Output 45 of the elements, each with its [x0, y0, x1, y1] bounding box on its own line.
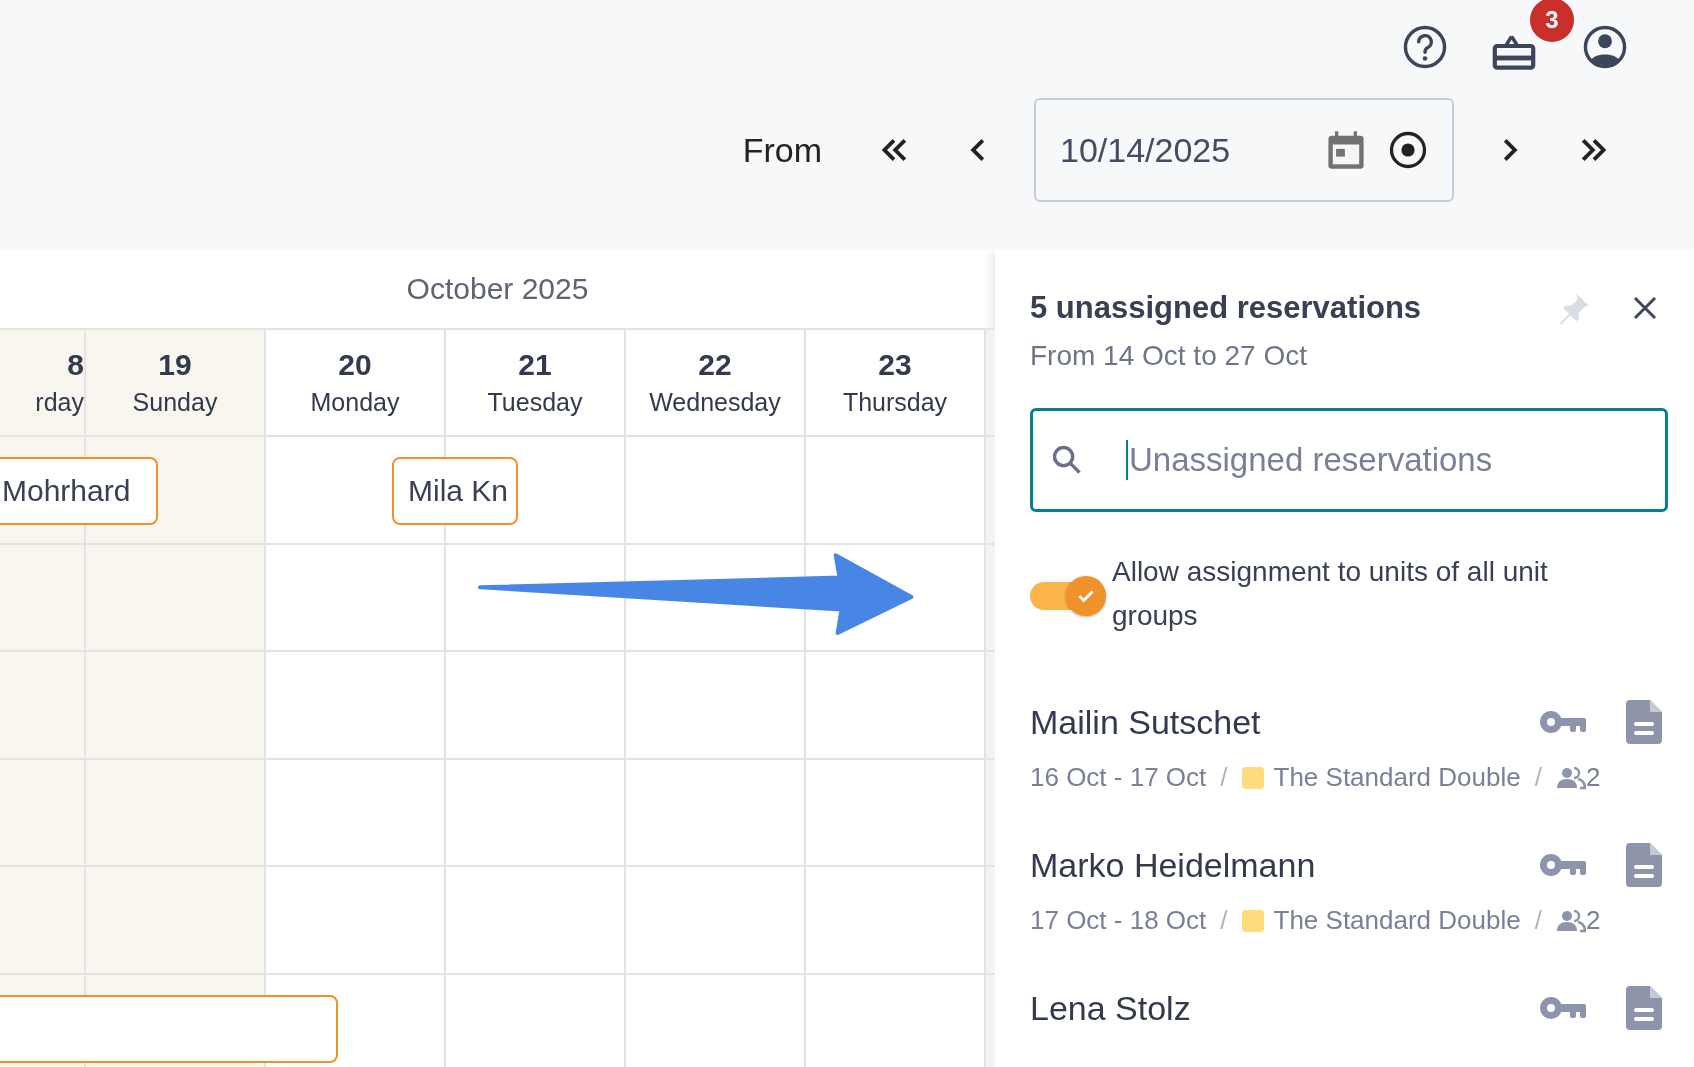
separator: /	[1534, 905, 1542, 936]
reservation-bar[interactable]: Mohrhard	[0, 457, 158, 525]
document-icon[interactable]	[1626, 700, 1662, 744]
guest-count: 2	[1585, 905, 1601, 936]
day-number: 23	[878, 348, 912, 382]
date-range: 17 Oct - 18 Oct	[1030, 905, 1207, 936]
panel-title: 5 unassigned reservations	[1030, 290, 1423, 326]
day-number: 21	[518, 348, 552, 382]
guest-name[interactable]: Lena Stolz	[1030, 988, 1538, 1028]
date-range: 16 Oct - 17 Oct	[1030, 762, 1207, 793]
day-name: Thursday	[842, 388, 948, 417]
guests-icon	[1555, 765, 1586, 790]
search-field[interactable]: Unassigned reservations	[1030, 408, 1668, 512]
help-icon[interactable]	[1402, 24, 1448, 70]
day-name: Sunday	[132, 388, 218, 417]
account-icon[interactable]	[1582, 24, 1628, 70]
text-cursor	[1126, 440, 1128, 480]
reservation-bar[interactable]: Mila Kn	[392, 457, 518, 525]
day-name: rday	[35, 388, 84, 417]
day-number: 19	[158, 348, 192, 382]
document-icon[interactable]	[1626, 843, 1662, 887]
day-name: Monday	[310, 388, 400, 417]
date-field[interactable]: 10/14/2025	[1034, 98, 1454, 202]
gift-icon[interactable]	[1492, 34, 1536, 70]
guests-icon	[1555, 908, 1586, 933]
guest-name[interactable]: Mailin Sutschet	[1030, 702, 1538, 742]
panel-subtitle: From 14 Oct to 27 Oct	[1030, 340, 1308, 372]
unit-name: The Standard Double	[1273, 762, 1521, 793]
separator: /	[1220, 762, 1228, 793]
document-icon[interactable]	[1626, 986, 1662, 1030]
guest-count: 2	[1585, 762, 1601, 793]
day-name: Wednesday	[649, 388, 781, 417]
notification-badge: 3	[1530, 0, 1574, 42]
toggle-label: Allow assignment to units of all unit groups	[1112, 555, 1549, 633]
unit-name: The Standard Double	[1273, 905, 1521, 936]
separator: /	[1534, 762, 1542, 793]
guest-name[interactable]: Marko Heidelmann	[1030, 845, 1538, 885]
day-number: 22	[698, 348, 732, 382]
day-number: 8	[67, 348, 84, 382]
day-name: Tuesday	[487, 388, 583, 417]
day-number: 20	[338, 348, 372, 382]
from-label: From	[742, 130, 822, 170]
reservation-bar[interactable]	[0, 994, 338, 1063]
separator: /	[1220, 905, 1228, 936]
toggle-switch[interactable]	[1030, 574, 1108, 614]
